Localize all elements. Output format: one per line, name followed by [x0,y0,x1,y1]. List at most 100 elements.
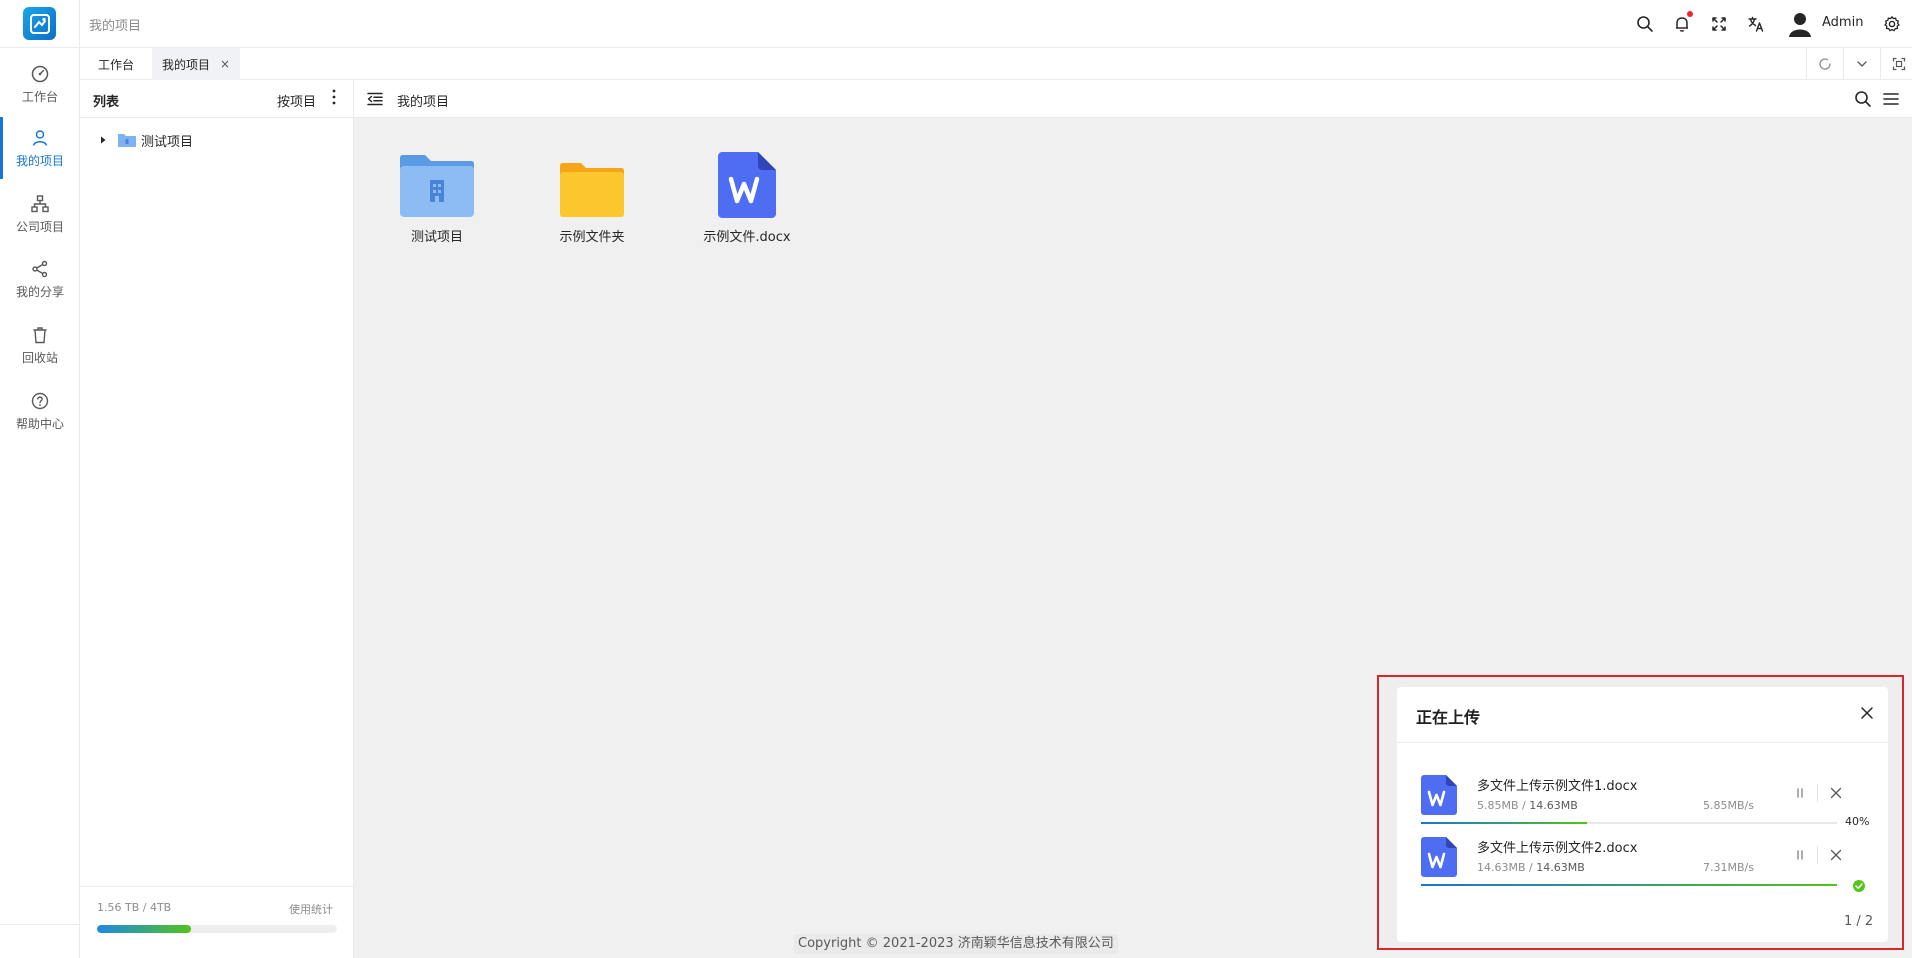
upload-file-size: 5.85MB / 14.63MB [1477,799,1578,812]
total-size: 14.63MB [1529,799,1578,812]
rail-item-label: 工作台 [21,89,58,104]
search-icon[interactable] [1854,90,1872,108]
rail-item-company-projects[interactable]: 公司项目 [0,183,80,245]
logo-icon [29,13,50,34]
expand-icon [1892,57,1906,71]
folder-icon [560,163,624,217]
file-item-sample-folder[interactable]: 示例文件夹 [532,148,652,258]
cancel-upload-icon[interactable] [1829,848,1843,862]
file-name: 测试项目 [410,230,463,245]
rail-item-help-center[interactable]: 帮助中心 [0,380,80,442]
uploaded-size: 14.63MB [1477,861,1526,874]
rail-divider [0,924,80,925]
upload-percent: 40% [1845,815,1870,828]
usage-stats-link[interactable]: 使用统计 [289,901,333,917]
copyright-footer: Copyright © 2021-2023 济南颖华信息技术有限公司 [794,934,1118,954]
settings-button[interactable] [1881,13,1903,35]
rail-item-label: 帮助中心 [15,416,64,431]
rail-item-recycle-bin[interactable]: 回收站 [0,314,80,376]
refresh-tab-button[interactable] [1806,48,1843,80]
left-nav-rail: 工作台 我的项目 公司项目 我的分享 回收站 帮助中心 [0,0,80,958]
header-search-button[interactable] [1634,13,1656,35]
storage-usage: 1.56 TB / 4TB 使用统计 [80,886,354,958]
share-icon [32,260,48,277]
close-icon[interactable] [1859,705,1875,721]
search-icon [1637,16,1653,32]
caret-right-icon[interactable] [97,134,109,146]
tree-header: 列表 按项目 [80,80,354,118]
main-toolbar: 我的项目 [354,80,1912,118]
upload-progress-fill [1421,822,1588,824]
file-icon-box [707,148,787,218]
storage-progress-bar [97,925,337,933]
page-title: 我的项目 [397,95,450,110]
refresh-icon [1819,58,1831,70]
word-doc-icon [718,152,776,218]
avatar[interactable] [1786,10,1814,38]
upload-item: 多文件上传示例文件1.docx 5.85MB / 14.63MB 5.85MB/… [1397,767,1888,828]
storage-text: 1.56 TB / 4TB [97,901,172,914]
project-tree-panel: 列表 按项目 测试项目 1.56 TB / 4TB 使用统计 [80,80,354,958]
rail-item-my-projects[interactable]: 我的项目 [0,117,80,179]
chevron-down-icon [1857,61,1867,67]
org-chart-icon [31,194,49,212]
upload-panel-title: 正在上传 [1416,708,1481,727]
total-size: 14.63MB [1536,861,1585,874]
project-folder-icon [400,155,474,217]
fullscreen-button[interactable] [1708,13,1730,35]
upload-progress-fill [1421,884,1837,886]
translate-icon [1748,16,1764,32]
upload-item: 多文件上传示例文件2.docx 14.63MB / 14.63MB 7.31MB… [1397,829,1888,892]
notifications-button[interactable] [1671,11,1693,35]
rail-item-dashboard[interactable]: 工作台 [0,53,80,115]
storage-progress-fill [97,925,191,933]
rail-item-my-shares[interactable]: 我的分享 [0,248,80,310]
file-item-sample-docx[interactable]: 示例文件.docx [687,148,807,258]
tab-label: 我的项目 [162,57,211,72]
maximize-tab-button[interactable] [1880,48,1912,80]
tree-node[interactable]: 测试项目 [97,129,193,151]
file-icon-box [397,148,477,218]
upload-file-size: 14.63MB / 14.63MB [1477,861,1585,874]
upload-divider [1397,742,1888,743]
user-name[interactable]: Admin [1822,15,1863,30]
rail-item-label: 我的项目 [15,153,64,168]
pause-icon[interactable] [1793,786,1807,800]
rail-divider [0,47,80,48]
top-header: 我的项目 Admin [80,0,1912,48]
trash-icon [33,326,47,343]
action-divider [1817,846,1818,864]
upload-file-name: 多文件上传示例文件2.docx [1477,841,1638,856]
tab-my-projects[interactable]: 我的项目 × [152,48,241,80]
upload-panel-highlight: 正在上传 多文件上传示例文件1.docx 5.85MB / 14.63MB 5.… [1377,675,1904,950]
pause-icon[interactable] [1793,848,1807,862]
upload-progress-bar [1421,822,1837,824]
action-divider [1817,784,1818,802]
fullscreen-icon [1712,17,1726,31]
more-vertical-icon[interactable] [328,88,340,106]
tabs-bar: 工作台 我的项目 × [80,48,1912,80]
size-separator: / [1518,799,1530,812]
size-separator: / [1525,861,1537,874]
group-by-selector[interactable]: 按项目 [277,91,316,110]
tabs-dropdown-button[interactable] [1843,48,1880,80]
dashboard-icon [31,65,49,82]
collapse-sidebar-icon[interactable] [366,90,384,108]
menu-icon[interactable] [1882,90,1900,108]
cancel-upload-icon[interactable] [1829,786,1843,800]
upload-panel: 正在上传 多文件上传示例文件1.docx 5.85MB / 14.63MB 5.… [1397,687,1888,942]
app-logo[interactable] [23,7,56,40]
file-icon-box [552,148,632,218]
language-button[interactable] [1745,13,1767,35]
upload-file-name: 多文件上传示例文件1.docx [1477,779,1638,794]
upload-count: 1 / 2 [1844,914,1874,929]
file-item-test-project[interactable]: 测试项目 [377,148,497,258]
tab-close-icon[interactable]: × [220,57,230,71]
tab-workbench[interactable]: 工作台 [88,48,144,80]
upload-speed: 7.31MB/s [1703,861,1754,874]
rail-item-label: 回收站 [21,350,58,365]
word-doc-icon [1421,837,1457,877]
rail-item-label: 我的分享 [15,284,64,299]
uploaded-size: 5.85MB [1477,799,1519,812]
user-icon [32,129,48,146]
